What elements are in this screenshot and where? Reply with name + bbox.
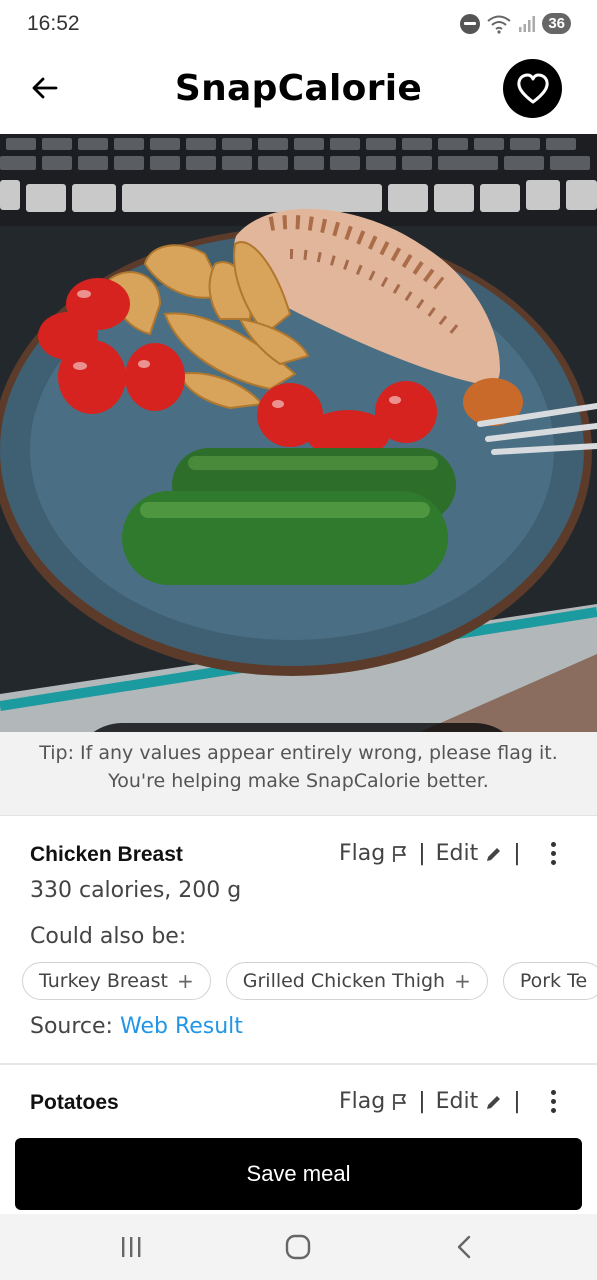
source-line: Source: Web Result [30, 1014, 243, 1039]
food-meta: 330 calories, 200 g [30, 878, 242, 903]
more-options-icon[interactable] [550, 1090, 556, 1113]
back-icon [457, 1235, 471, 1259]
tip-banner: Tip: If any values appear entirely wrong… [0, 732, 597, 816]
wifi-icon [487, 15, 511, 34]
edit-label: Edit [435, 841, 479, 866]
do-not-disturb-icon [460, 13, 481, 34]
heart-icon [516, 73, 549, 103]
home-button[interactable] [278, 1232, 318, 1262]
save-bar: Save meal [0, 1122, 597, 1214]
source-link[interactable]: Web Result [120, 1014, 243, 1039]
flag-button[interactable]: Flag [339, 1089, 408, 1114]
save-meal-button[interactable]: Save meal [15, 1138, 582, 1210]
action-separator: | [418, 841, 426, 866]
system-back-button[interactable] [444, 1232, 484, 1262]
pencil-icon [487, 1095, 501, 1109]
alternatives-title: Could also be: [30, 924, 187, 949]
recent-apps-icon [122, 1237, 141, 1257]
flag-icon [393, 845, 407, 862]
status-time: 16:52 [27, 12, 80, 35]
alternative-chip-grilled-chicken-thigh[interactable]: Grilled Chicken Thigh + [225, 962, 488, 1000]
tip-line-2: You're helping make SnapCalorie better. [108, 770, 489, 792]
alternative-chip-turkey-breast[interactable]: Turkey Breast + [22, 962, 211, 1000]
edit-button[interactable]: Edit [436, 1089, 504, 1114]
food-item-potatoes: Potatoes Flag | Edit | [0, 1065, 597, 1122]
food-actions: Flag | Edit | [339, 1089, 556, 1114]
favorite-button[interactable] [503, 59, 562, 118]
action-separator: | [513, 1089, 521, 1114]
edit-button[interactable]: Edit [436, 841, 504, 866]
action-separator: | [513, 841, 521, 866]
flag-label: Flag [339, 1089, 386, 1114]
flag-icon [393, 1093, 407, 1110]
home-icon [285, 1234, 311, 1260]
system-nav-bar [0, 1214, 597, 1280]
alternatives-chips: Turkey Breast + Grilled Chicken Thigh + … [22, 962, 597, 1000]
food-name: Potatoes [30, 1091, 119, 1114]
source-label: Source: [30, 1014, 113, 1039]
battery-icon: 36 [542, 13, 571, 34]
alternative-label: Turkey Breast [39, 970, 168, 992]
tip-line-1: Tip: If any values appear entirely wrong… [39, 742, 558, 764]
status-bar: 16:52 36 [0, 0, 597, 50]
flag-button[interactable]: Flag [339, 841, 408, 866]
signal-icon [519, 15, 536, 32]
pencil-icon [487, 847, 501, 861]
recent-apps-button[interactable] [111, 1232, 151, 1262]
app-header: SnapCalorie [0, 50, 597, 134]
plus-icon: + [176, 969, 194, 993]
alternative-label: Grilled Chicken Thigh [242, 970, 446, 992]
alternative-label: Pork Te [519, 970, 588, 992]
meal-photo [0, 134, 597, 732]
more-options-icon[interactable] [550, 842, 556, 865]
status-icons: 36 [460, 13, 571, 34]
flag-label: Flag [339, 841, 386, 866]
edit-label: Edit [435, 1089, 479, 1114]
food-item-chicken-breast: Chicken Breast Flag | Edit | 330 calorie… [0, 817, 597, 1063]
food-actions: Flag | Edit | [339, 841, 556, 866]
action-separator: | [418, 1089, 426, 1114]
alternative-chip-pork[interactable]: Pork Te [502, 962, 597, 1000]
food-name: Chicken Breast [30, 843, 183, 866]
plus-icon: + [454, 969, 471, 993]
meal-photo-illustration [0, 134, 597, 732]
